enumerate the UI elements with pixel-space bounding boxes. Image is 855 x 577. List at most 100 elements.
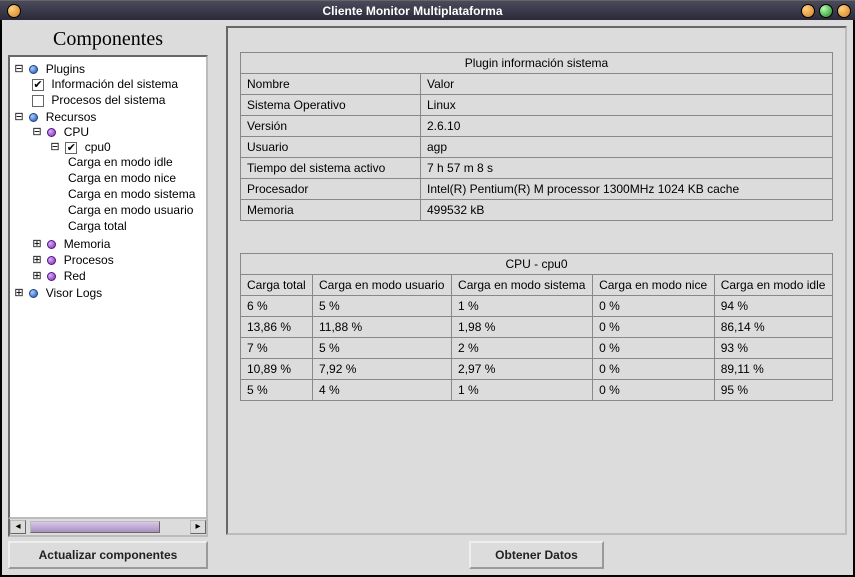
system-info-table: Plugin información sistema NombreValorSi…	[240, 52, 833, 221]
cell: 5 %	[313, 338, 452, 359]
main-content: Plugin información sistema NombreValorSi…	[226, 26, 847, 535]
info-key: Sistema Operativo	[241, 95, 421, 116]
cell: 94 %	[714, 296, 832, 317]
expand-icon[interactable]: ⊞	[32, 256, 42, 266]
cell: 7 %	[241, 338, 313, 359]
bullet-icon	[47, 128, 56, 137]
cell: 0 %	[593, 296, 715, 317]
tree-label: Visor Logs	[46, 286, 102, 300]
tree-label: Plugins	[46, 62, 85, 76]
cell: 0 %	[593, 359, 715, 380]
info-value: agp	[421, 137, 833, 158]
tree-leaf[interactable]: Carga en modo sistema	[68, 186, 206, 202]
info-key: Procesador	[241, 179, 421, 200]
cell: 2 %	[452, 338, 593, 359]
info-key: Nombre	[241, 74, 421, 95]
info-value: 499532 kB	[421, 200, 833, 221]
bullet-icon	[29, 113, 38, 122]
sidebar: Componentes ⊟ Plugins ✔ Información del …	[8, 26, 208, 569]
tree-label: Procesos	[64, 253, 114, 267]
expand-icon[interactable]: ⊞	[14, 289, 24, 299]
table-caption: CPU - cpu0	[241, 254, 833, 275]
tree-node-visor-logs[interactable]: ⊞ Visor Logs	[14, 285, 206, 301]
cell: 5 %	[241, 380, 313, 401]
cpu-table: CPU - cpu0 Carga totalCarga en modo usua…	[240, 253, 833, 401]
horizontal-scrollbar[interactable]: ◂ ▸	[8, 519, 208, 537]
tree-node-procesos-sistema[interactable]: Procesos del sistema	[32, 92, 206, 108]
scroll-track[interactable]	[26, 520, 190, 534]
info-key: Versión	[241, 116, 421, 137]
table-row: 10,89 %7,92 %2,97 %0 %89,11 %	[241, 359, 833, 380]
info-value: Valor	[421, 74, 833, 95]
info-key: Tiempo del sistema activo	[241, 158, 421, 179]
expand-icon[interactable]: ⊟	[50, 143, 60, 153]
column-header: Carga en modo idle	[714, 275, 832, 296]
cell: 95 %	[714, 380, 832, 401]
bullet-icon	[47, 272, 56, 281]
table-row: NombreValor	[241, 74, 833, 95]
table-caption: Plugin información sistema	[241, 53, 833, 74]
tree-panel: ⊟ Plugins ✔ Información del sistema Proc…	[8, 55, 208, 519]
checkbox-checked-icon[interactable]: ✔	[65, 142, 77, 154]
tree-node-red[interactable]: ⊞ Red	[32, 268, 206, 284]
table-row: Memoria499532 kB	[241, 200, 833, 221]
bullet-icon	[47, 240, 56, 249]
split-divider[interactable]	[214, 26, 220, 569]
checkbox-unchecked-icon[interactable]	[32, 95, 44, 107]
cell: 1 %	[452, 380, 593, 401]
get-data-button[interactable]: Obtener Datos	[469, 541, 604, 569]
tree-node-plugins[interactable]: ⊟ Plugins ✔ Información del sistema Proc…	[14, 61, 206, 109]
tree-leaf[interactable]: Carga en modo idle	[68, 154, 206, 170]
sidebar-header: Componentes	[8, 26, 208, 55]
tree-node-info-sistema[interactable]: ✔ Información del sistema	[32, 76, 206, 92]
expand-icon[interactable]: ⊟	[14, 113, 24, 123]
scroll-right-icon[interactable]: ▸	[190, 520, 206, 534]
cell: 13,86 %	[241, 317, 313, 338]
tree-node-cpu[interactable]: ⊟ CPU ⊟ ✔ cpu0 Carga en modo	[32, 124, 206, 236]
table-row: Sistema OperativoLinux	[241, 95, 833, 116]
window-menu-icon[interactable]	[7, 4, 21, 18]
tree-node-recursos[interactable]: ⊟ Recursos ⊟ CPU ⊟ ✔	[14, 109, 206, 285]
table-row: 6 %5 %1 %0 %94 %	[241, 296, 833, 317]
scroll-thumb[interactable]	[30, 521, 160, 533]
table-row: Tiempo del sistema activo7 h 57 m 8 s	[241, 158, 833, 179]
info-value: Linux	[421, 95, 833, 116]
table-row: 5 %4 %1 %0 %95 %	[241, 380, 833, 401]
table-row: 7 %5 %2 %0 %93 %	[241, 338, 833, 359]
window-title: Cliente Monitor Multiplataforma	[24, 4, 801, 18]
info-value: 7 h 57 m 8 s	[421, 158, 833, 179]
tree-label: Información del sistema	[51, 77, 178, 91]
minimize-icon[interactable]	[801, 4, 815, 18]
table-row: ProcesadorIntel(R) Pentium(R) M processo…	[241, 179, 833, 200]
scroll-left-icon[interactable]: ◂	[10, 520, 26, 534]
tree-node-memoria[interactable]: ⊞ Memoria	[32, 236, 206, 252]
tree-label: Memoria	[64, 237, 111, 251]
tree-label: Procesos del sistema	[51, 93, 165, 107]
info-value: 2.6.10	[421, 116, 833, 137]
titlebar[interactable]: Cliente Monitor Multiplataforma	[0, 0, 855, 20]
expand-icon[interactable]: ⊟	[32, 128, 42, 138]
column-header: Carga total	[241, 275, 313, 296]
bullet-icon	[29, 289, 38, 298]
cell: 1 %	[452, 296, 593, 317]
app-window: Cliente Monitor Multiplataforma Componen…	[0, 0, 855, 577]
cell: 1,98 %	[452, 317, 593, 338]
tree-node-cpu0[interactable]: ⊟ ✔ cpu0 Carga en modo idle Carga en mod…	[50, 139, 206, 235]
cell: 89,11 %	[714, 359, 832, 380]
update-components-button[interactable]: Actualizar componentes	[8, 541, 208, 569]
component-tree[interactable]: ⊟ Plugins ✔ Información del sistema Proc…	[10, 57, 206, 301]
tree-label: Recursos	[46, 110, 97, 124]
maximize-icon[interactable]	[819, 4, 833, 18]
expand-icon[interactable]: ⊟	[14, 65, 24, 75]
tree-leaf[interactable]: Carga en modo nice	[68, 170, 206, 186]
cell: 0 %	[593, 380, 715, 401]
close-icon[interactable]	[837, 4, 851, 18]
cell: 0 %	[593, 317, 715, 338]
checkbox-checked-icon[interactable]: ✔	[32, 79, 44, 91]
tree-leaf[interactable]: Carga total	[68, 218, 206, 234]
tree-node-procesos[interactable]: ⊞ Procesos	[32, 252, 206, 268]
expand-icon[interactable]: ⊞	[32, 240, 42, 250]
tree-leaf[interactable]: Carga en modo usuario	[68, 202, 206, 218]
cell: 0 %	[593, 338, 715, 359]
expand-icon[interactable]: ⊞	[32, 272, 42, 282]
